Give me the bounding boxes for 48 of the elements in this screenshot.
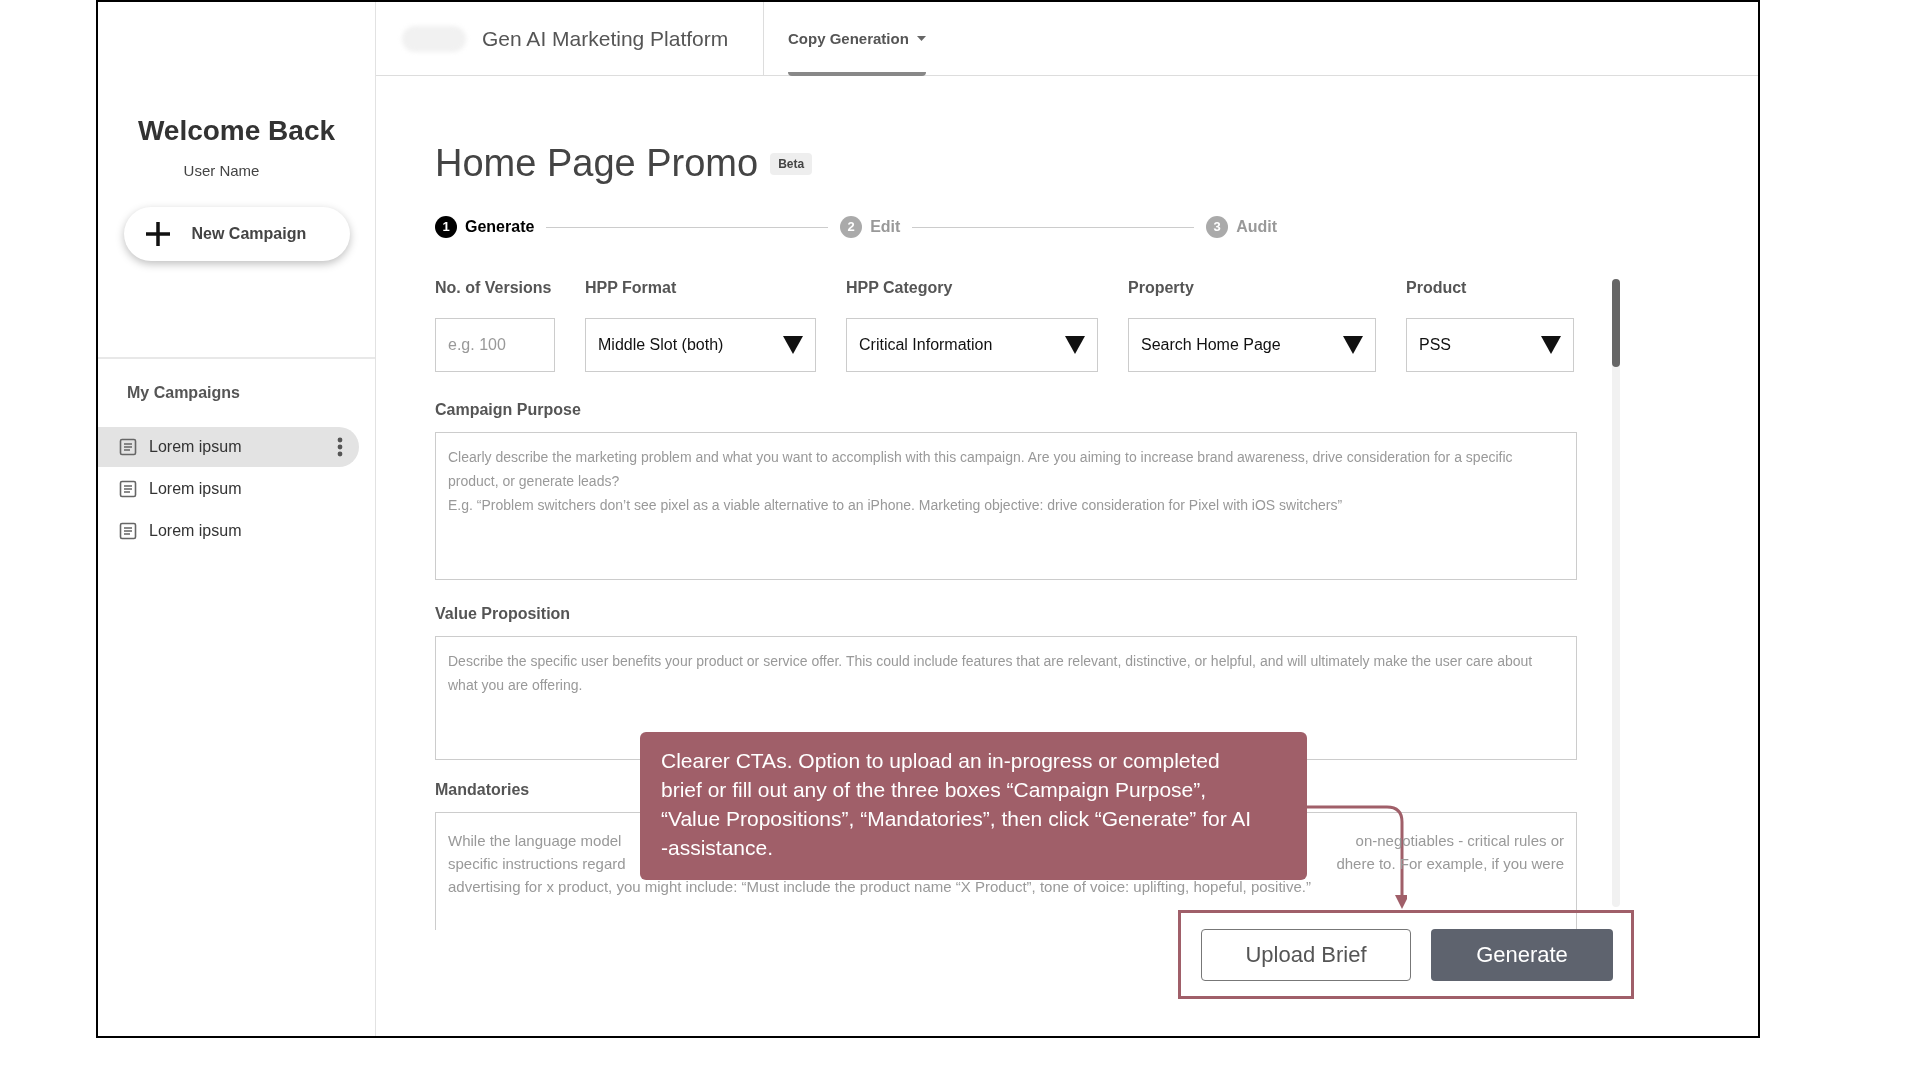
campaign-label: Lorem ipsum — [149, 521, 243, 541]
dropdown-triangle-icon — [1343, 336, 1363, 354]
placeholder-text: While the language model — [448, 831, 622, 851]
page-title: Home Page Promo — [435, 141, 759, 186]
placeholder-text: advertising for x product, you might include: “Must include the product name “X Product”, tone of voice: uplifting, hopeful, positive.” — [448, 877, 1311, 897]
campaign-label: Lorem ipsum — [149, 437, 243, 457]
placeholder-text: specific instructions regard — [448, 854, 626, 874]
annotation-tooltip: Clearer CTAs. Option to upload an in-progress or completed brief or fill out any of the three boxes “Campaign Purpose”, “Value Propositions”, “Mandatories”, then click “Generate” for AI -assistance. — [640, 732, 1307, 880]
field-label: HPP Format — [585, 278, 678, 296]
dropdown[interactable]: Middle Slot (both) — [585, 318, 816, 372]
dropdown-triangle-icon — [1541, 336, 1561, 354]
dropdown[interactable]: Critical Information — [846, 318, 1098, 372]
dropdown[interactable]: PSS — [1406, 318, 1574, 372]
user-name: User Name — [183, 161, 260, 181]
campaign-item[interactable]: Lorem ipsum — [98, 427, 359, 467]
field-label: Product — [1406, 278, 1468, 296]
field-label: HPP Category — [846, 278, 954, 296]
campaign-label: Lorem ipsum — [149, 479, 243, 499]
campaign-item[interactable]: Lorem ipsum — [98, 511, 359, 551]
versions-input[interactable]: e.g. 100 — [435, 318, 555, 372]
field-label: Mandatories — [435, 780, 530, 800]
section-title: My Campaigns — [126, 383, 241, 403]
beta-badge: Beta — [770, 152, 813, 175]
dropdown[interactable]: Search Home Page — [1128, 318, 1376, 372]
app-title: Gen AI Marketing Platform — [482, 25, 729, 52]
generate-button[interactable]: Generate — [1431, 928, 1613, 981]
text-area[interactable]: Clearly describe the marketing problem and what you want to accomplish with this campaign. Are you aiming to increase brand awareness, drive consideration for a specific product, or generate leads? E.g. “Problem switchers don’t see pixel as a viable alternative to an iPhone. Marketing objective: drive consideration for Pixel with iOS switchers” — [435, 432, 1577, 580]
document-icon — [119, 522, 137, 540]
field-label: No. of Versions — [435, 278, 553, 296]
step-number: 1 — [435, 216, 457, 238]
step-label[interactable]: Generate — [465, 215, 535, 239]
step-number: 3 — [1206, 216, 1229, 238]
field-label: Campaign Purpose — [435, 400, 581, 420]
field-label: Value Proposition — [435, 604, 571, 624]
greeting: Welcome Back — [137, 114, 336, 148]
more-icon[interactable] — [337, 437, 343, 457]
dropdown-triangle-icon — [1065, 336, 1085, 354]
document-icon — [119, 438, 137, 456]
nav-tab[interactable]: Copy Generation — [788, 28, 926, 76]
caret-icon — [916, 36, 926, 42]
upload-button[interactable]: Upload Brief — [1201, 928, 1411, 981]
plus-icon — [143, 219, 172, 248]
dropdown-triangle-icon — [783, 336, 803, 354]
field-label: Property — [1128, 278, 1195, 296]
document-icon — [119, 480, 137, 498]
step-number: 2 — [840, 216, 863, 238]
new-campaign-button[interactable]: New Campaign — [123, 206, 350, 261]
campaign-item[interactable]: Lorem ipsum — [98, 469, 359, 509]
